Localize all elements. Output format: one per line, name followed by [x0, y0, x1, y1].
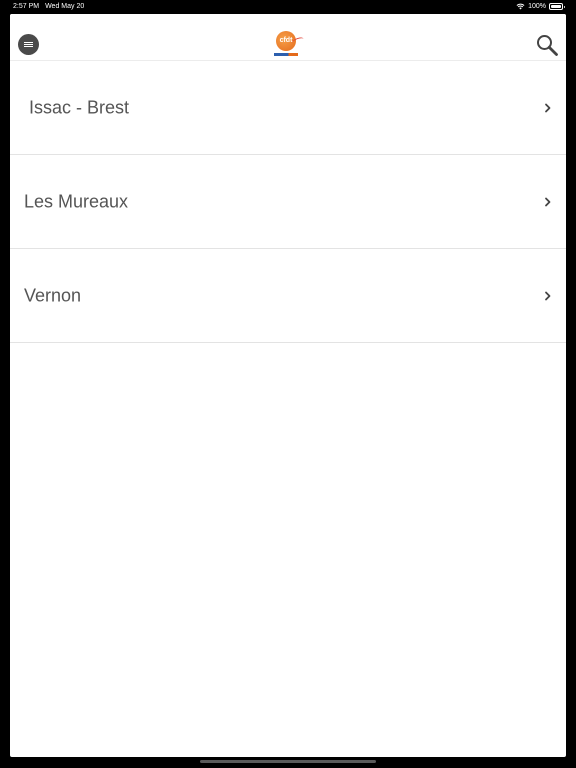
logo-underline [274, 53, 298, 56]
status-bar: 2:57 PM Wed May 20 100% [0, 0, 576, 13]
status-time: 2:57 PM [13, 3, 40, 10]
chevron-right-icon [545, 103, 551, 112]
location-list: Issac - Brest Les Mureaux Vernon [10, 61, 566, 343]
status-right: 100% [516, 0, 565, 13]
battery-fill [551, 5, 561, 8]
battery-percent: 100% [528, 3, 546, 10]
cfdt-logo: cfdt [272, 30, 305, 58]
status-date: Wed May 20 [45, 3, 85, 10]
list-item-label: Les Mureaux [24, 191, 129, 211]
home-indicator[interactable] [200, 760, 376, 763]
status-left: 2:57 PM Wed May 20 [13, 0, 84, 13]
list-item-label: Issac - Brest [29, 97, 130, 117]
nav-bar: cfdt [10, 14, 566, 61]
list-item[interactable]: Vernon [10, 249, 566, 343]
wifi-icon [516, 3, 525, 10]
chevron-right-icon [545, 197, 551, 206]
app-screen: cfdt Issac - Brest Les Mureaux Vernon [10, 14, 566, 757]
list-item[interactable]: Les Mureaux [10, 155, 566, 249]
chevron-right-icon [545, 291, 551, 300]
list-item[interactable]: Issac - Brest [10, 61, 566, 155]
menu-button[interactable] [18, 34, 39, 55]
battery-icon [549, 3, 565, 10]
list-item-label: Vernon [24, 285, 82, 305]
magnifier-icon[interactable] [536, 34, 558, 56]
hamburger-menu-icon [24, 42, 33, 47]
